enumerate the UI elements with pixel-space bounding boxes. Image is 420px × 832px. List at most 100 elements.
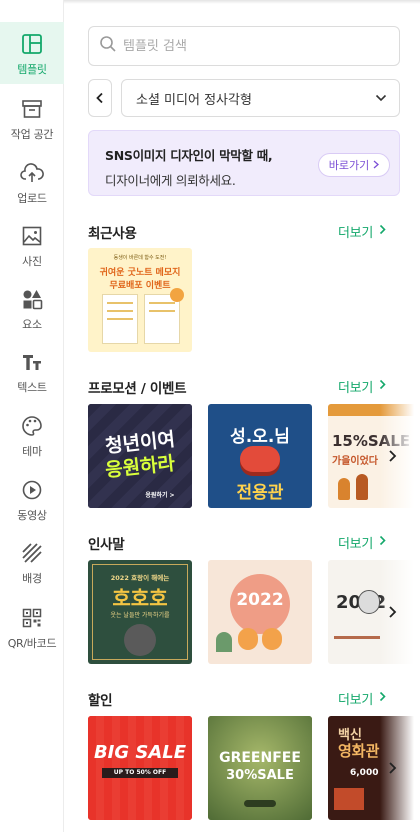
thumb-text: 2022 호랑이 해에는 [110,574,170,582]
thumb-text: 호호호 [112,586,168,610]
memo-line [149,310,175,312]
sidebar-item-workspace[interactable]: 작업 공간 [0,87,64,149]
template-thumbnail[interactable]: GREENFEE 30%SALE [208,716,312,820]
sidebar-item-label: 사진 [22,255,42,268]
more-label: 더보기 [338,537,373,552]
sidebar-item-label: 작업 공간 [10,128,54,141]
left-sidebar: 템플릿 작업 공간 업로드 사진 요소 텍스트 테마 동영상 배경 QR/바코드 [0,0,64,832]
tiger-character [238,628,258,650]
more-link-greeting[interactable]: 더보기 [338,533,386,552]
chevron-down-icon [375,91,387,106]
search-icon [99,35,117,57]
template-thumbnail[interactable]: 2022 [208,560,312,664]
more-link-discount[interactable]: 더보기 [338,689,386,708]
sidebar-item-text[interactable]: 텍스트 [0,340,64,402]
palette-icon [20,414,44,438]
pine-shape [216,632,232,652]
sidebar-item-label: 테마 [22,445,42,458]
thumb-text: UP TO 50% OFF [113,769,167,776]
template-thumbnail[interactable]: 백신 영화관 6,000 [328,716,420,820]
section-title-discount: 할인 [88,693,113,709]
more-label: 더보기 [338,381,373,396]
thumb-text: GREENFEE [219,750,301,766]
sidebar-item-upload[interactable]: 업로드 [0,151,64,213]
tiger-character [358,590,380,614]
template-thumbnail[interactable]: 청년이여 응원하라 응원하기 > [88,404,192,508]
sidebar-item-label: 텍스트 [17,381,47,394]
sidebar-item-label: 업로드 [17,192,47,205]
template-thumbnail[interactable]: 2022 [328,560,420,664]
thumb-text: 30%SALE [226,768,294,783]
sidebar-item-template[interactable]: 템플릿 [0,22,64,84]
photo-icon [20,224,44,248]
stripes-icon [20,541,44,565]
chevron-right-icon [384,605,400,624]
divider [64,0,420,4]
template-thumbnail[interactable]: 동생이 바른데 함수 도전! 귀여운 굿노트 메모지 무료배포 이벤트 [88,248,192,352]
thumb-text: 동생이 바른데 함수 도전! [113,255,167,261]
play-icon [20,478,44,502]
sidebar-item-label: 배경 [22,572,42,585]
chevron-right-icon [384,449,400,468]
sidebar-item-photo[interactable]: 사진 [0,214,64,276]
designer-request-banner: SNS이미지 디자인이 막막할 때, 디자이너에게 의뢰하세요. 바로가기 [88,130,400,196]
thumb-text: 성.오.님 [230,427,290,447]
memo-line [107,318,133,320]
carousel-next-button[interactable] [384,448,400,464]
back-button[interactable] [88,79,112,117]
memo-line [107,310,133,312]
ticket-shape [334,788,364,810]
sidebar-item-label: 템플릿 [17,63,47,76]
qr-icon [20,606,44,630]
banner-go-button[interactable]: 바로가기 [318,153,390,177]
thumb-text: 응원하기 > [145,492,175,499]
button-shape [244,800,276,807]
sidebar-item-label: QR/바코드 [7,637,57,650]
carousel-next-button[interactable] [384,604,400,620]
text-icon [20,350,44,374]
sidebar-item-qr[interactable]: QR/바코드 [0,596,64,658]
thumb-text: BIG SALE [93,742,187,763]
chevron-right-icon [379,379,386,394]
more-label: 더보기 [338,693,373,708]
more-link-recent[interactable]: 더보기 [338,222,386,241]
thumb-text: 웃는 날들만 가득하기를 [110,612,170,619]
template-thumbnail[interactable]: 성.오.님 전용관 [208,404,312,508]
chevron-right-icon [379,691,386,706]
carousel-next-button[interactable] [384,760,400,776]
tree-shape [338,478,350,500]
tree-shape [356,474,368,500]
thumb-text: 전용관 [236,483,284,503]
search-input[interactable] [123,38,373,54]
chevron-left-icon [95,89,105,108]
more-link-promo[interactable]: 더보기 [338,377,386,396]
template-thumbnail[interactable]: 15%SALE 가을이었다 [328,404,420,508]
more-label: 더보기 [338,226,373,241]
thumb-text: 15%SALE [332,432,411,450]
sidebar-item-elements[interactable]: 요소 [0,277,64,339]
sidebar-item-theme[interactable]: 테마 [0,404,64,466]
sidebar-item-background[interactable]: 배경 [0,531,64,593]
sticker [170,288,184,302]
shapes-icon [20,287,44,311]
chevron-right-icon [384,761,400,780]
category-select-value: 소셜 미디어 정사각형 [136,92,252,108]
thumb-text: 영화관 [338,742,380,760]
tiger-character [262,628,282,650]
template-icon [20,32,44,56]
category-select[interactable]: 소셜 미디어 정사각형 [121,79,400,117]
text-line [334,636,380,639]
template-thumbnail[interactable]: 2022 호랑이 해에는 호호호 웃는 날들만 가득하기를 [88,560,192,664]
thumb-text: 2022 [236,590,284,610]
search-box[interactable] [88,26,400,66]
section-title-promo: 프로모션 / 이벤트 [88,381,187,397]
tiger-character [124,624,156,656]
chevron-right-icon [379,224,386,239]
leaf-band [328,404,420,416]
template-panel: 소셜 미디어 정사각형 SNS이미지 디자인이 막막할 때, 디자이너에게 의뢰… [64,0,420,832]
thumb-text: 가을이었다 [332,456,378,467]
template-thumbnail[interactable]: BIG SALE UP TO 50% OFF [88,716,192,820]
sidebar-item-video[interactable]: 동영상 [0,468,64,530]
archive-icon [20,97,44,121]
chevron-right-icon [373,159,380,172]
